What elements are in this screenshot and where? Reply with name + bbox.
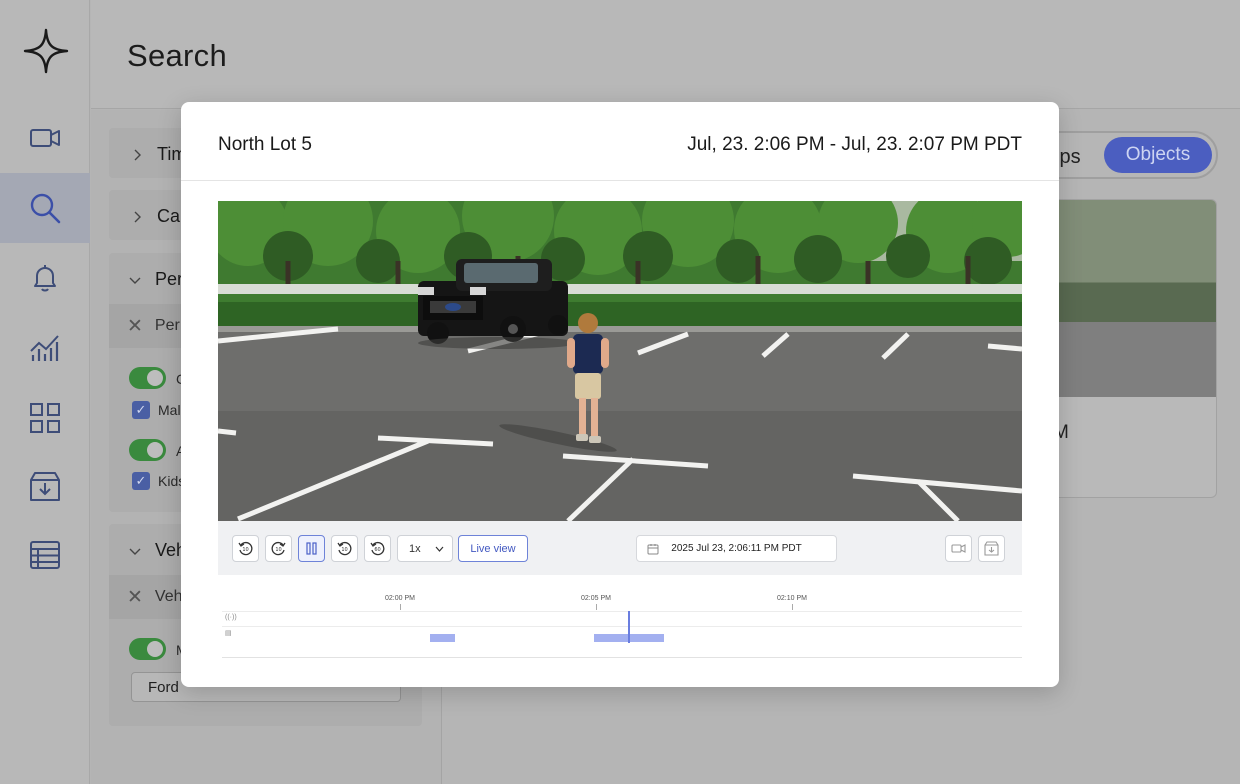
search-icon (30, 193, 61, 224)
forward-10-icon: 10 (337, 541, 352, 556)
nav-alerts[interactable] (0, 243, 90, 313)
speed-value: 1x (409, 542, 421, 555)
vehicle-chip-label: Veh (154, 588, 183, 605)
chart-icon (30, 335, 59, 361)
timeline-tick-label: 02:05 PM (581, 595, 611, 602)
top-bar: Search (91, 0, 1240, 109)
close-icon[interactable]: ✕ (127, 315, 143, 338)
chevron-right-icon (134, 149, 141, 160)
person-check-2[interactable]: ✓ (132, 472, 150, 490)
back-10-icon: 10 (271, 541, 286, 556)
timeline-motion-row: ((·)) (222, 611, 1022, 626)
forward-10-text: 10 (341, 547, 347, 553)
timeline-tick-label: 02:00 PM (385, 595, 415, 602)
video-camera-icon (951, 544, 966, 553)
logo-icon[interactable] (23, 28, 69, 74)
timeline-tick (400, 604, 401, 610)
close-icon[interactable]: ✕ (127, 586, 143, 609)
camera-name: North Lot 5 (218, 134, 312, 155)
page-title: Search (127, 38, 228, 73)
nav-video[interactable] (0, 103, 90, 173)
timestamp-picker[interactable]: 2025 Jul 23, 2:06:11 PM PDT (636, 535, 837, 562)
timeline[interactable]: 02:00 PM 02:05 PM 02:10 PM ((·)) ▤ (222, 593, 1022, 659)
live-view-button[interactable]: Live view (458, 535, 528, 562)
step-forward-button[interactable]: 10 (331, 535, 358, 562)
chevron-down-icon (129, 277, 141, 284)
forward-60-text: 60 (374, 547, 380, 553)
video-frame (218, 201, 1022, 521)
rewind-10-text: 10 (242, 547, 248, 553)
person-chip-label: Per (154, 317, 180, 334)
download-clip-button[interactable] (978, 535, 1005, 562)
timestamp-value: 2025 Jul 23, 2:06:11 PM PDT (671, 543, 802, 554)
vehicle-toggle-1[interactable] (129, 638, 166, 660)
objects-tab[interactable]: Objects (1104, 137, 1212, 173)
nav-dashboards[interactable] (0, 383, 90, 453)
camera-view-button[interactable] (945, 535, 972, 562)
rewind-10-icon: 10 (238, 541, 253, 556)
timeline-clip-row: ▤ (222, 626, 1022, 642)
nav-analytics[interactable] (0, 313, 90, 383)
filter-person-label: Per (155, 269, 184, 289)
motion-icon: ((·)) (225, 614, 237, 621)
timeline-divider (222, 657, 1022, 658)
rewind-button[interactable]: 10 (232, 535, 259, 562)
chevron-right-icon (134, 211, 141, 222)
filter-camera-header[interactable]: Car (131, 206, 186, 227)
nav-search[interactable] (0, 173, 90, 243)
download-box-icon (30, 472, 60, 501)
video-camera-icon (30, 129, 60, 147)
time-range: Jul, 23. 2:06 PM - Jul, 23. 2:07 PM PDT (687, 134, 1022, 155)
sidebar (0, 0, 90, 784)
video-player[interactable] (218, 201, 1022, 521)
filter-person-header[interactable]: Per (129, 269, 183, 290)
bell-icon (34, 265, 56, 292)
timeline-tick-label: 02:10 PM (777, 595, 807, 602)
nav-downloads[interactable] (0, 452, 90, 522)
timeline-tick (792, 604, 793, 610)
grid-icon (30, 403, 60, 433)
person-toggle-2[interactable] (129, 439, 166, 461)
clip-icon: ▤ (225, 630, 232, 637)
table-icon (30, 541, 60, 569)
playback-controls: 10 10 10 60 1x Live view 2025 Jul 23, 2:… (218, 521, 1022, 575)
person-check-1[interactable]: ✓ (132, 401, 150, 419)
step-back-button[interactable]: 10 (265, 535, 292, 562)
download-box-icon (984, 541, 999, 556)
forward-60-icon: 60 (370, 541, 385, 556)
person-check-1-label: Mal (158, 402, 181, 418)
modal-header: North Lot 5 Jul, 23. 2:06 PM - Jul, 23. … (181, 102, 1059, 181)
pause-icon (306, 542, 317, 555)
back-10-text: 10 (275, 547, 281, 553)
filter-time-header[interactable]: Tim (131, 144, 186, 165)
clip-modal: North Lot 5 Jul, 23. 2:06 PM - Jul, 23. … (181, 102, 1059, 687)
timeline-tick (596, 604, 597, 610)
filter-vehicle-header[interactable]: Veh (129, 540, 186, 561)
calendar-icon (647, 544, 659, 555)
speed-select[interactable]: 1x (397, 535, 453, 562)
timeline-event-segment[interactable] (430, 634, 455, 642)
fast-forward-button[interactable]: 60 (364, 535, 391, 562)
person-toggle-1[interactable] (129, 367, 166, 389)
chevron-down-icon (129, 548, 141, 555)
pause-button[interactable] (298, 535, 325, 562)
timeline-playhead[interactable] (628, 611, 630, 643)
nav-table[interactable] (0, 520, 90, 590)
chevron-down-icon (435, 546, 444, 552)
